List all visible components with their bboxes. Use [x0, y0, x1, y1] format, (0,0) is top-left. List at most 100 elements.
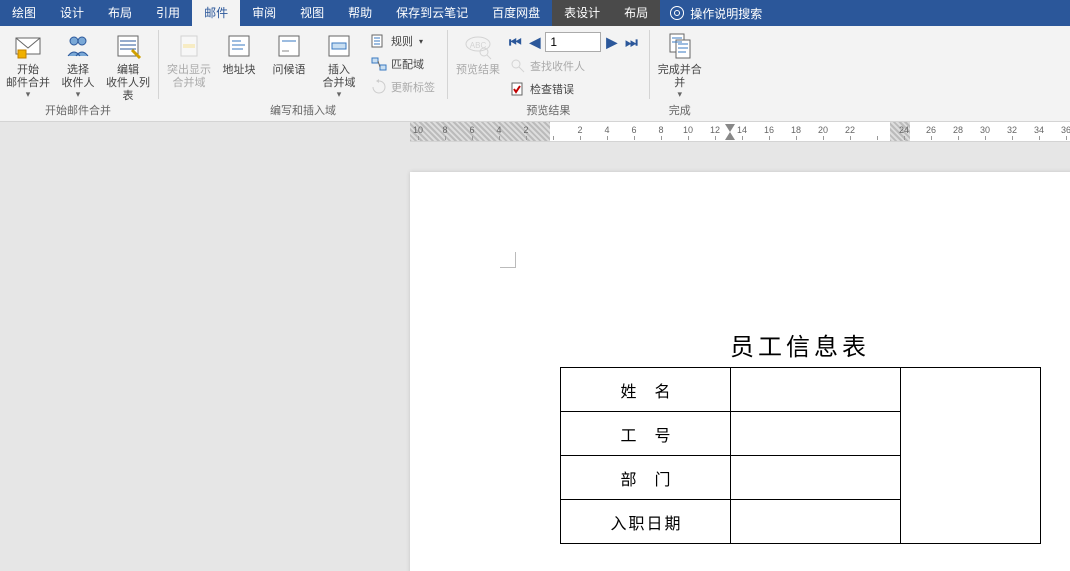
- group-preview: ABC 预览结果 ⏮ ◀ ▶ ⏭ 查找收件人 检查错误: [450, 26, 647, 121]
- highlight-icon: [173, 30, 205, 62]
- address-label: 地址块: [223, 64, 256, 77]
- match-label: 匹配域: [391, 56, 424, 72]
- check-icon: [510, 81, 526, 97]
- dropdown-arrow-icon: ▾: [337, 89, 342, 100]
- preview-label: 预览结果: [456, 64, 500, 77]
- cell-hire-label[interactable]: 入职日期: [561, 500, 731, 544]
- cell-id-label[interactable]: 工号: [561, 412, 731, 456]
- cell-dept-value[interactable]: [731, 456, 901, 500]
- group-finish: 完成并合并 ▾ 完成: [652, 26, 708, 121]
- group-start-merge: 开始邮件合并 ▾ 选择收件人 ▾ 编辑收件人列表 开始邮件合并: [0, 26, 156, 121]
- highlight-label: 突出显示合并域: [167, 64, 211, 90]
- tab-table-layout[interactable]: 布局: [612, 0, 660, 26]
- cell-id-value[interactable]: [731, 412, 901, 456]
- address-icon: [223, 30, 255, 62]
- record-number-input[interactable]: [545, 32, 601, 52]
- preview-icon: ABC: [462, 30, 494, 62]
- employee-table[interactable]: 姓名 工号 部门 入职日期: [560, 367, 1041, 544]
- match-fields-button[interactable]: 匹配域: [365, 53, 441, 75]
- tab-references[interactable]: 引用: [144, 0, 192, 26]
- record-nav: ⏮ ◀ ▶ ⏭: [504, 30, 643, 54]
- next-record-button[interactable]: ▶: [603, 34, 620, 51]
- cell-name-label[interactable]: 姓名: [561, 368, 731, 412]
- finish-icon: [664, 30, 696, 62]
- select-recipients-button[interactable]: 选择收件人 ▾: [54, 28, 102, 103]
- group-label-start: 开始邮件合并: [4, 103, 152, 121]
- start-merge-label: 开始邮件合并: [6, 64, 50, 90]
- greeting-label: 问候语: [273, 64, 306, 77]
- rules-icon: [371, 33, 387, 49]
- group-label-preview: 预览结果: [454, 103, 643, 121]
- ribbon: 开始邮件合并 ▾ 选择收件人 ▾ 编辑收件人列表 开始邮件合并 突出显示合并域: [0, 26, 1070, 122]
- address-block-button[interactable]: 地址块: [215, 28, 263, 103]
- first-record-button[interactable]: ⏮: [506, 34, 525, 51]
- prev-record-button[interactable]: ◀: [527, 34, 544, 51]
- tell-me-search[interactable]: 操作说明搜索: [660, 5, 762, 22]
- highlight-merge-field-button: 突出显示合并域: [165, 28, 213, 103]
- rules-button[interactable]: 规则▾: [365, 30, 441, 52]
- match-icon: [371, 56, 387, 72]
- envelope-icon: [12, 30, 44, 62]
- finish-label: 完成并合并: [656, 64, 704, 90]
- preview-results-button: ABC 预览结果: [454, 28, 502, 103]
- find-label: 查找收件人: [530, 58, 585, 74]
- ribbon-tabs: 绘图 设计 布局 引用 邮件 审阅 视图 帮助 保存到云笔记 百度网盘 表设计 …: [0, 0, 1070, 26]
- indent-marker-down-icon[interactable]: [725, 124, 735, 132]
- tab-mailings[interactable]: 邮件: [192, 0, 240, 26]
- group-separator: [447, 30, 448, 99]
- bulb-icon: [670, 6, 684, 20]
- check-label: 检查错误: [530, 81, 574, 97]
- tab-design[interactable]: 设计: [48, 0, 96, 26]
- edit-list-icon: [112, 30, 144, 62]
- cell-photo[interactable]: [901, 368, 1041, 544]
- update-labels-label: 更新标签: [391, 79, 435, 95]
- greeting-icon: [273, 30, 305, 62]
- tab-layout[interactable]: 布局: [96, 0, 144, 26]
- dropdown-arrow-icon: ▾: [76, 89, 81, 100]
- dropdown-arrow-icon: ▾: [26, 89, 31, 100]
- cell-name-value[interactable]: [731, 368, 901, 412]
- dropdown-arrow-icon: ▾: [678, 89, 683, 100]
- rules-label: 规则: [391, 33, 413, 49]
- update-icon: [371, 79, 387, 95]
- find-recipient-button: 查找收件人: [504, 55, 643, 77]
- document-page[interactable]: 员工信息表 姓名 工号 部门 入职日期: [410, 172, 1070, 571]
- group-separator: [649, 30, 650, 99]
- group-label-finish: 完成: [656, 103, 704, 121]
- last-record-button[interactable]: ⏭: [622, 34, 641, 51]
- group-write-insert: 突出显示合并域 地址块 问候语 插入合并域 ▾ 规则▾: [161, 26, 445, 121]
- document-title[interactable]: 员工信息表: [560, 327, 1040, 362]
- tab-save-cloud[interactable]: 保存到云笔记: [384, 0, 480, 26]
- tell-me-label: 操作说明搜索: [690, 5, 762, 22]
- start-mail-merge-button[interactable]: 开始邮件合并 ▾: [4, 28, 52, 103]
- select-recipients-label: 选择收件人: [62, 64, 95, 90]
- cell-dept-label[interactable]: 部门: [561, 456, 731, 500]
- insert-field-icon: [323, 30, 355, 62]
- check-errors-button[interactable]: 检查错误: [504, 78, 643, 100]
- table-row: 姓名: [561, 368, 1041, 412]
- ruler-margin-left: [410, 122, 550, 142]
- update-labels-button: 更新标签: [365, 76, 441, 98]
- people-icon: [62, 30, 94, 62]
- svg-text:ABC: ABC: [470, 41, 487, 50]
- finish-merge-button[interactable]: 完成并合并 ▾: [656, 28, 704, 103]
- group-label-write: 编写和插入域: [165, 103, 441, 121]
- tab-help[interactable]: 帮助: [336, 0, 384, 26]
- tab-draw[interactable]: 绘图: [0, 0, 48, 26]
- tab-view[interactable]: 视图: [288, 0, 336, 26]
- tab-table-design[interactable]: 表设计: [552, 0, 612, 26]
- horizontal-ruler[interactable]: 10864224681012141618202224262830323436: [410, 122, 1070, 142]
- tab-review[interactable]: 审阅: [240, 0, 288, 26]
- insert-merge-field-button[interactable]: 插入合并域 ▾: [315, 28, 363, 103]
- tab-baidu[interactable]: 百度网盘: [480, 0, 552, 26]
- group-separator: [158, 30, 159, 99]
- indent-marker-up-icon[interactable]: [725, 132, 735, 140]
- margin-corner-icon: [500, 252, 516, 268]
- insert-field-label: 插入合并域: [323, 64, 356, 90]
- search-icon: [510, 58, 526, 74]
- greeting-line-button[interactable]: 问候语: [265, 28, 313, 103]
- cell-hire-value[interactable]: [731, 500, 901, 544]
- edit-recipient-list-button[interactable]: 编辑收件人列表: [104, 28, 152, 103]
- edit-list-label: 编辑收件人列表: [104, 64, 152, 103]
- document-workspace[interactable]: 员工信息表 姓名 工号 部门 入职日期: [0, 142, 1070, 571]
